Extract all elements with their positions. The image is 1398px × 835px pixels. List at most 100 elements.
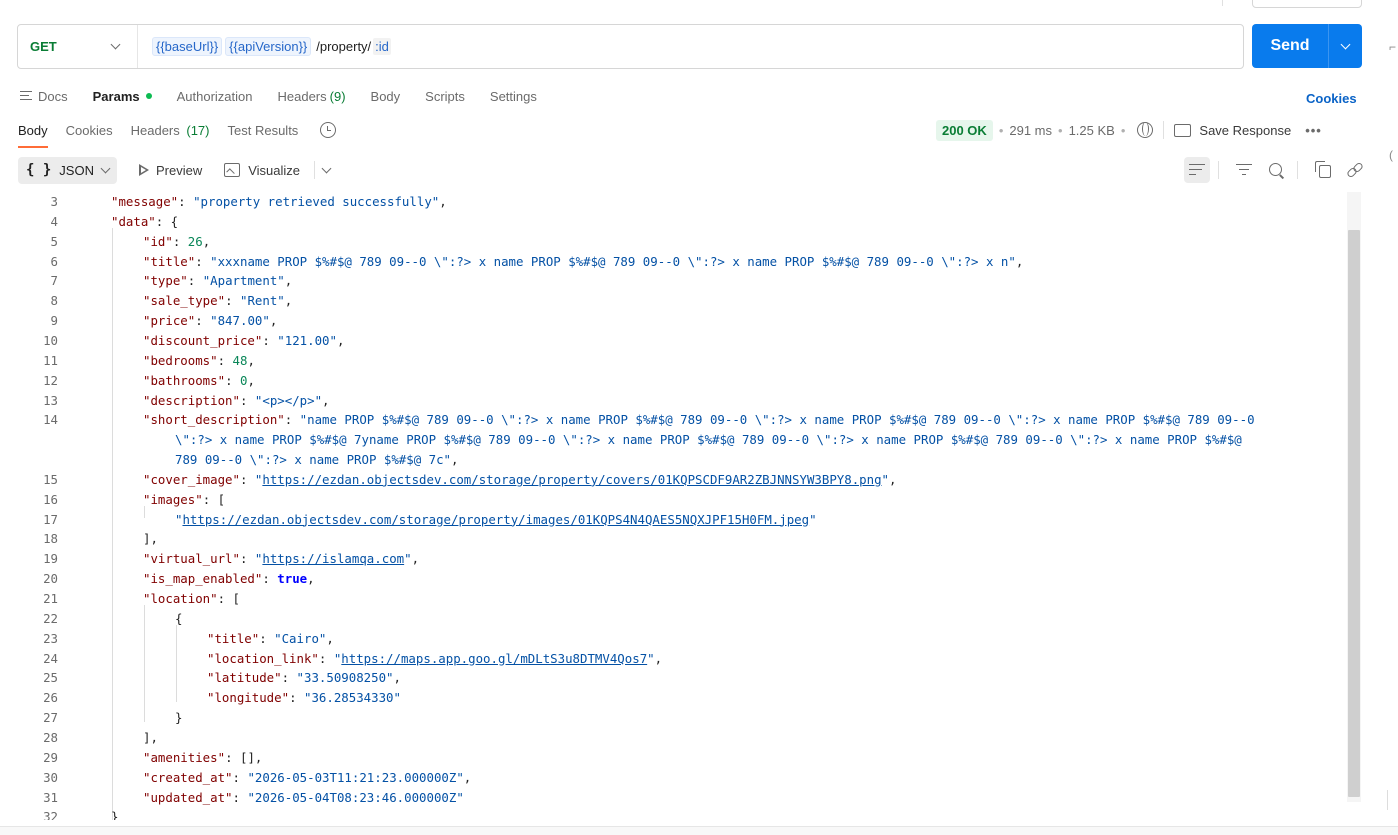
response-tab-cookies[interactable]: Cookies [66, 123, 113, 138]
code-line: } [111, 809, 119, 820]
location-link[interactable]: https://maps.app.goo.gl/mDLtS3u8DTMV4Qos… [341, 651, 647, 666]
copy-link-button[interactable] [1342, 157, 1368, 183]
code-line: "location_link": "https://maps.app.goo.g… [207, 650, 663, 666]
response-size[interactable]: 1.25 KB [1069, 123, 1115, 138]
send-options-button[interactable] [1329, 39, 1362, 49]
tab-scripts[interactable]: Scripts [425, 89, 465, 104]
cover-image-link[interactable]: https://ezdan.objectsdev.com/storage/pro… [262, 472, 881, 487]
send-button-group: Send [1252, 24, 1362, 68]
tab-settings[interactable]: Settings [490, 89, 537, 104]
code-line: "data": { [111, 213, 179, 229]
chevron-down-icon[interactable] [321, 163, 332, 173]
code-line: "bedrooms": 48, [143, 352, 255, 368]
save-response-label: Save Response [1199, 122, 1292, 138]
image-link[interactable]: https://ezdan.objectsdev.com/storage/pro… [182, 512, 809, 527]
code-line: "type": "Apartment", [143, 273, 293, 289]
save-response-button[interactable]: Save Response [1174, 123, 1291, 138]
url-path-variable[interactable]: :id [373, 38, 391, 55]
code-line: "longitude": "36.28534330" [207, 690, 401, 706]
wrap-lines-button[interactable] [1184, 157, 1210, 183]
tab-authorization[interactable]: Authorization [177, 89, 253, 104]
filter-icon [1236, 164, 1252, 176]
line-number: 29 [43, 749, 58, 765]
code-line: "cover_image": "https://ezdan.objectsdev… [143, 471, 897, 487]
line-number: 8 [50, 293, 58, 309]
status-bar [0, 827, 1398, 835]
line-number: 13 [43, 392, 58, 408]
edge-divider [1387, 790, 1388, 810]
preview-icon [138, 164, 149, 176]
tab-headers[interactable]: Headers (9) [278, 89, 346, 104]
line-number: 32 [43, 809, 58, 820]
line-number: 3 [50, 194, 58, 209]
indent-guide [144, 605, 145, 722]
preview-label: Preview [155, 162, 203, 178]
code-line: "title": "Cairo", [207, 630, 334, 646]
url-variable-version[interactable]: {{apiVersion}} [225, 37, 312, 56]
line-number: 18 [43, 531, 58, 547]
code-line: "title": "xxxname PROP $%#$@ 789 09--0 \… [143, 253, 1024, 269]
top-toolbar-fragment[interactable] [1252, 0, 1362, 8]
filter-button[interactable] [1231, 157, 1257, 183]
separator-dot: • [998, 122, 1004, 138]
visualize-label: Visualize [248, 162, 301, 178]
send-button[interactable]: Send [1252, 37, 1328, 55]
edge-glyph: ( [1389, 148, 1393, 162]
top-divider [1222, 0, 1223, 6]
vertical-divider [314, 161, 316, 179]
code-line: "id": 26, [143, 233, 211, 249]
response-actions [1184, 156, 1368, 184]
tab-body[interactable]: Body [371, 89, 401, 104]
code-line-wrap: 789 09--0 \":?> x name PROP $%#$@ 7c", [175, 452, 459, 468]
braces-icon: { } [26, 162, 52, 178]
indent-guide [176, 625, 177, 702]
more-options-icon[interactable]: ••• [1305, 123, 1322, 138]
format-select[interactable]: { } JSON [18, 156, 117, 184]
method-label: GET [30, 39, 57, 54]
search-button[interactable] [1263, 157, 1289, 183]
tab-authorization-label: Authorization [176, 88, 253, 104]
code-line: ], [143, 531, 158, 547]
separator-dot: • [1058, 122, 1063, 138]
preview-button[interactable]: Preview [138, 162, 203, 178]
response-tab-test-results[interactable]: Test Results [228, 123, 299, 138]
tab-params[interactable]: Params [93, 89, 152, 104]
wrap-lines-icon [1189, 164, 1205, 176]
code-line: "short_description": "name PROP $%#$@ 78… [143, 412, 1255, 428]
response-headers-count: (17) [186, 122, 210, 138]
line-number: 17 [43, 511, 58, 527]
separator-dot: • [1120, 122, 1126, 138]
code-line: "https://ezdan.objectsdev.com/storage/pr… [175, 511, 817, 527]
copy-button[interactable] [1310, 157, 1336, 183]
response-body-viewer[interactable]: 3 4 5 6 7 8 9 10 11 12 13 14 15 16 17 18… [18, 192, 1346, 820]
url-variable-base[interactable]: {{baseUrl}} [152, 37, 223, 56]
url-input[interactable]: {{baseUrl}} {{apiVersion}} /property/ :i… [138, 37, 391, 56]
code-line: "bathrooms": 0, [143, 372, 255, 388]
history-icon[interactable] [320, 122, 337, 138]
virtual-url-link[interactable]: https://islamqa.com [262, 551, 404, 566]
response-tab-headers[interactable]: Headers (17) [131, 123, 210, 138]
line-number: 16 [43, 491, 58, 507]
response-tab-body[interactable]: Body [18, 123, 48, 148]
vertical-divider [1163, 121, 1165, 139]
cookies-link[interactable]: Cookies [1306, 91, 1357, 106]
line-number: 5 [50, 233, 58, 249]
tab-params-label: Params [92, 88, 140, 104]
response-tab-headers-label: Headers [130, 122, 180, 138]
code-line: "message": "property retrieved successfu… [111, 194, 447, 209]
docs-icon [20, 91, 32, 101]
code-line: } [175, 710, 183, 726]
visualize-button[interactable]: Visualize [224, 163, 300, 178]
globe-icon[interactable] [1137, 122, 1154, 138]
scrollbar-thumb[interactable] [1348, 230, 1360, 797]
response-view-toolbar: { } JSON Preview Visualize [18, 156, 332, 184]
method-select[interactable]: GET [18, 25, 138, 68]
code-line: { [175, 610, 183, 626]
tab-settings-label: Settings [489, 88, 537, 104]
status-badge[interactable]: 200 OK [936, 119, 993, 141]
tab-scripts-label: Scripts [425, 88, 465, 104]
search-icon [1268, 162, 1282, 176]
tab-docs[interactable]: Docs [20, 89, 68, 104]
indent-guide [112, 228, 113, 820]
response-time[interactable]: 291 ms [1009, 123, 1052, 138]
